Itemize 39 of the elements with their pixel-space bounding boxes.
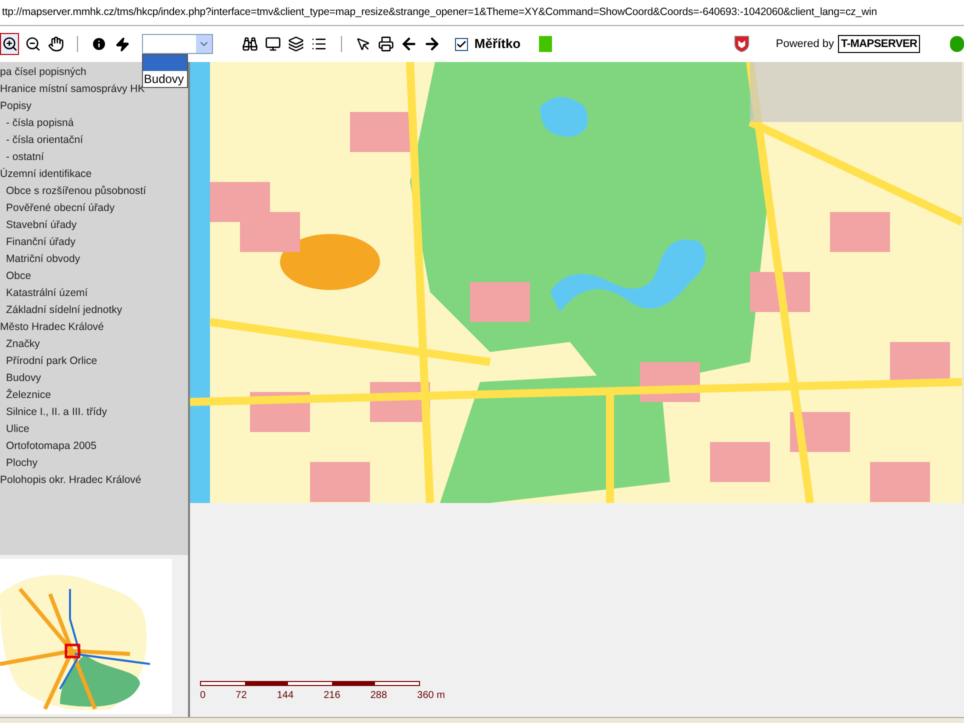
- layer-item[interactable]: Silnice I., II. a III. třídy: [0, 404, 188, 421]
- layer-item[interactable]: Železnice: [0, 387, 188, 404]
- layer-item[interactable]: Obce: [0, 268, 188, 285]
- layer-item[interactable]: Základní sídelní jednotky: [0, 302, 188, 319]
- layer-item[interactable]: Přírodní park Orlice: [0, 353, 188, 370]
- layer-item[interactable]: Ortofotomapa 2005: [0, 438, 188, 455]
- layer-item[interactable]: - ostatní: [0, 149, 188, 166]
- t-mapserver-logo: T-MAPSERVER: [838, 35, 920, 53]
- layer-item[interactable]: Územní identifikace: [0, 166, 188, 183]
- layer-item[interactable]: Matriční obvody: [0, 251, 188, 268]
- layer-item[interactable]: Pověřené obecní úřady: [0, 200, 188, 217]
- layer-item[interactable]: Město Hradec Králové: [0, 319, 188, 336]
- dropdown-option[interactable]: Budovy: [142, 71, 187, 87]
- powered-by-text: Powered by: [776, 36, 834, 52]
- layer-item[interactable]: - čísla orientační: [0, 132, 188, 149]
- scale-label: 216: [324, 689, 340, 703]
- scale-label: 360 m: [417, 689, 445, 703]
- layer-item[interactable]: Budovy: [0, 370, 188, 387]
- layer-item[interactable]: Popisy: [0, 98, 188, 115]
- layer-item[interactable]: Katastrální území: [0, 285, 188, 302]
- scale-label: 144: [276, 689, 294, 703]
- scale-label: 0: [200, 689, 206, 703]
- layer-item[interactable]: Obce s rozšířenou působností: [0, 183, 188, 200]
- address-bar[interactable]: ttp://mapserver.mmhk.cz/tms/hkcp/index.php?interface=tmv&client_type=map_resize&strange_opener=1&Theme=XY&Command=ShowCoord&Coords=-640693:-1042060&client_lang=cz_win: [0, 0, 964, 26]
- layer-item[interactable]: Finanční úřady: [0, 234, 188, 251]
- scale-checkbox[interactable]: [455, 38, 468, 50]
- scale-label: 288: [370, 689, 388, 703]
- coat-of-arms-icon: [734, 34, 750, 54]
- layer-item[interactable]: Polohopis okr. Hradec Králové: [0, 472, 188, 489]
- zoom-in-icon[interactable]: [0, 33, 20, 55]
- scale-label: 72: [236, 689, 247, 703]
- scale-checkbox-label: Měřítko: [474, 35, 521, 54]
- layer-item[interactable]: Stavební úřady: [0, 217, 188, 234]
- layer-item[interactable]: Ulice: [0, 421, 188, 438]
- color-swatch: [538, 36, 552, 52]
- layer-item[interactable]: Značky: [0, 336, 188, 353]
- layer-item[interactable]: Plochy: [0, 455, 188, 472]
- layer-dropdown[interactable]: [142, 34, 213, 54]
- layer-item[interactable]: - čísla popisná: [0, 115, 188, 132]
